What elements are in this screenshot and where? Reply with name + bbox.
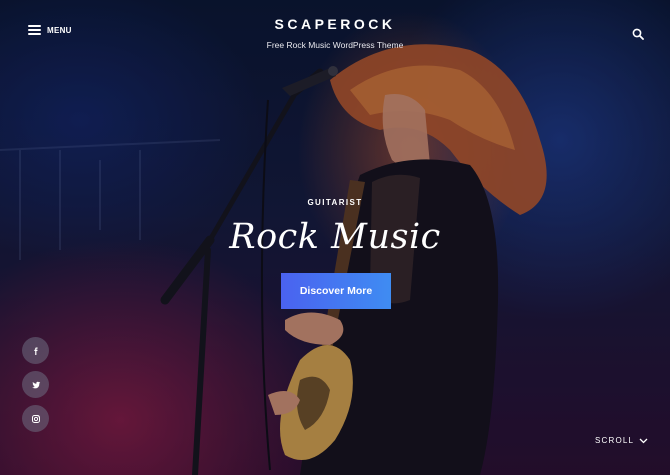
- hero-section: MENU SCAPEROCK Free Rock Music WordPress…: [0, 0, 670, 475]
- site-title[interactable]: SCAPEROCK: [275, 16, 396, 32]
- chevron-down-icon: [639, 438, 648, 443]
- site-tagline: Free Rock Music WordPress Theme: [266, 40, 404, 50]
- search-icon[interactable]: [632, 27, 644, 40]
- hero-eyebrow: GUITARIST: [307, 198, 363, 207]
- instagram-link[interactable]: [22, 405, 49, 432]
- facebook-link[interactable]: [22, 337, 49, 364]
- hero-headline: Rock Music: [229, 217, 441, 257]
- hero-content: GUITARIST Rock Music: [0, 198, 670, 257]
- facebook-icon: [33, 347, 38, 355]
- twitter-icon: [31, 381, 40, 388]
- discover-more-button[interactable]: Discover More: [281, 273, 391, 309]
- site-branding: SCAPEROCK Free Rock Music WordPress Them…: [0, 16, 670, 50]
- scroll-label: SCROLL: [595, 436, 635, 445]
- twitter-link[interactable]: [22, 371, 49, 398]
- scroll-indicator[interactable]: SCROLL: [595, 436, 648, 445]
- instagram-icon: [31, 414, 40, 423]
